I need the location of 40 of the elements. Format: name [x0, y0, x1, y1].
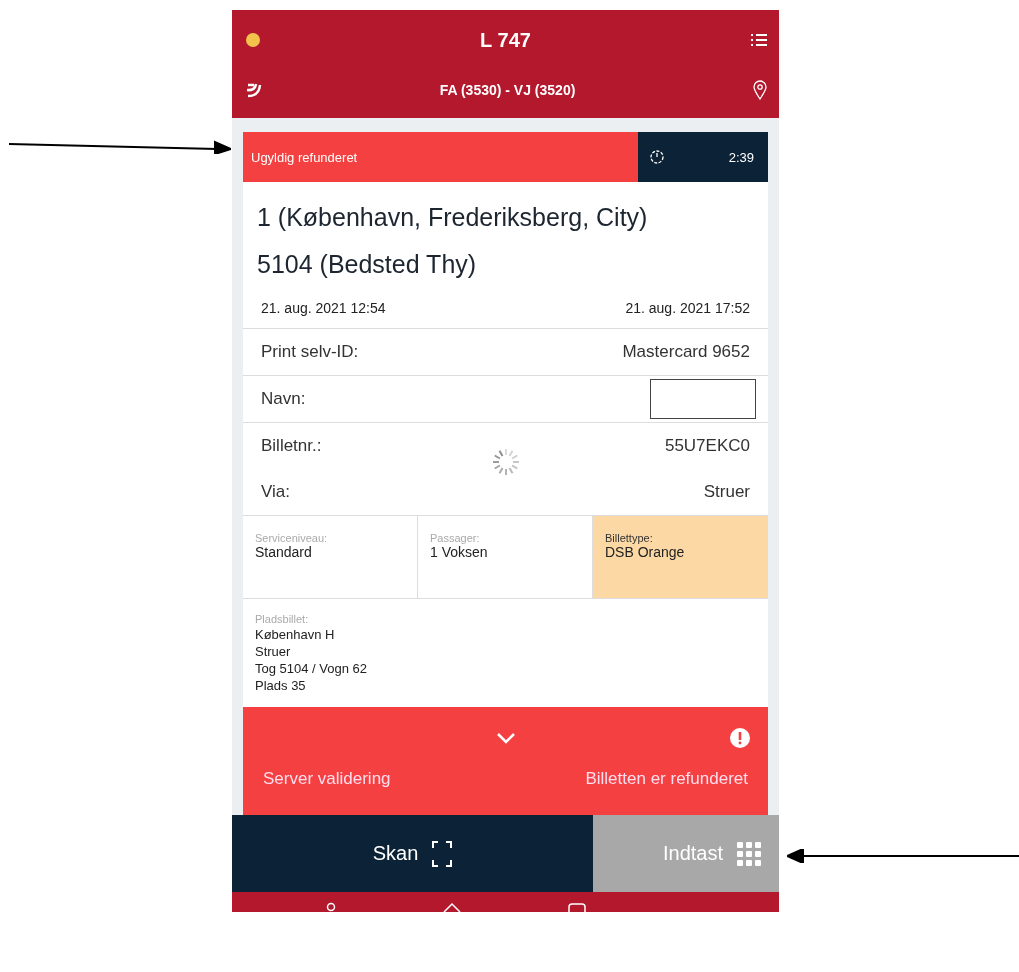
timer-icon: [650, 150, 664, 164]
cell-label: Passager:: [430, 532, 481, 544]
chevron-down-icon[interactable]: [495, 732, 516, 744]
keypad-icon: [737, 841, 761, 866]
field-label: Via:: [261, 482, 290, 502]
departure-time: 21. aug. 2021 12:54: [261, 300, 386, 316]
seat-label: Pladsbillet:: [255, 613, 310, 625]
seat-detail: Tog 5104 / Vogn 62: [255, 661, 369, 676]
field-label: Billetnr.:: [261, 436, 322, 456]
name-input-field[interactable]: [650, 379, 756, 419]
arrival-time: 21. aug. 2021 17:52: [625, 300, 750, 316]
route-label: FA (3530) - VJ (3520): [439, 82, 576, 98]
alert-message: Billetten er refunderet: [585, 769, 748, 789]
train-number: L 747: [480, 28, 531, 52]
zone-title: 5104 (Bedsted Thy): [257, 249, 478, 280]
warning-icon: [730, 728, 750, 748]
timer-value: 2:39: [728, 149, 754, 165]
seat-detail: København H: [255, 627, 336, 642]
field-label: Print selv-ID:: [261, 342, 359, 362]
status-label: Ugyldig refunderet: [243, 132, 638, 182]
cell-label: Serviceniveau:: [255, 532, 329, 544]
status-dot: [246, 33, 260, 47]
zone-title: 1 (København, Frederiksberg, City): [257, 202, 649, 233]
seat-detail: Struer: [255, 644, 292, 659]
field-value: 55U7EKC0: [664, 436, 750, 456]
seat-detail: Plads 35: [255, 678, 307, 693]
cell-label: Billettype:: [605, 532, 654, 544]
cell-value: 1 Voksen: [430, 544, 489, 560]
cell-value: DSB Orange: [605, 544, 686, 560]
alert-source: Server validering: [263, 769, 391, 789]
scan-button[interactable]: Skan: [232, 815, 593, 892]
field-value: Struer: [703, 482, 750, 502]
location-pin-icon[interactable]: [753, 80, 767, 100]
signal-icon[interactable]: [246, 82, 262, 98]
field-label: Navn:: [261, 389, 306, 409]
loading-spinner-icon: [491, 447, 521, 477]
cell-value: Standard: [255, 544, 313, 560]
field-value: Mastercard 9652: [622, 342, 750, 362]
scan-frame-icon: [432, 840, 453, 867]
menu-icon[interactable]: [751, 33, 767, 47]
